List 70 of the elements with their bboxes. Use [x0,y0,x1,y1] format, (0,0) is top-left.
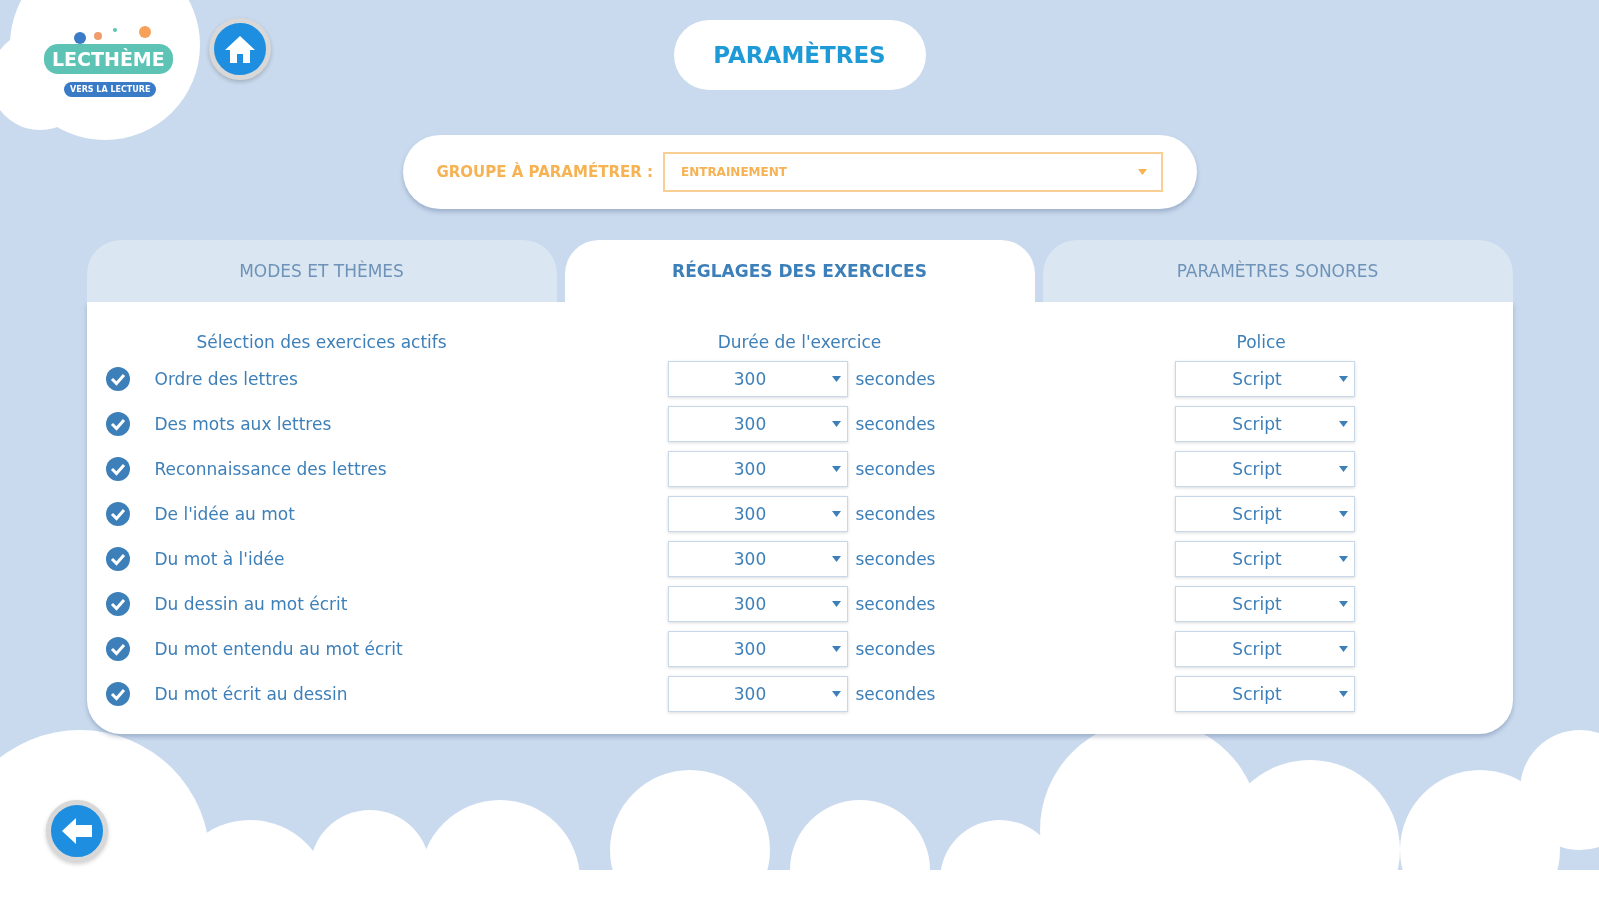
exercise-name: Reconnaissance des lettres [154,459,387,479]
font-dropdown[interactable]: Script [1174,451,1355,487]
duration-dropdown[interactable]: 300 [667,406,848,442]
caret-icon [831,556,841,562]
checkbox[interactable] [104,546,131,572]
caret-icon [831,466,841,472]
logo-title: LECTHÈME [44,44,173,74]
font-dropdown[interactable]: Script [1174,631,1355,667]
settings-tab[interactable]: RÉGLAGES DES EXERCICES [564,240,1035,302]
caret-icon [831,601,841,607]
duration-dropdown[interactable]: 300 [667,496,848,532]
unit-label: secondes [855,639,936,659]
font-dropdown[interactable]: Script [1174,406,1355,442]
font-dropdown[interactable]: Script [1174,541,1355,577]
column-header: Durée de l'exercice [716,332,883,352]
caret-icon [1338,376,1348,382]
caret-icon [1338,601,1348,607]
checkbox[interactable] [104,681,131,707]
unit-label: secondes [855,369,936,389]
back-arrow-icon [60,816,94,846]
duration-dropdown[interactable]: 300 [667,451,848,487]
exercise-name: Du dessin au mot écrit [154,594,348,614]
font-dropdown[interactable]: Script [1174,361,1355,397]
exercise-name: Ordre des lettres [154,369,298,389]
caret-icon [1338,466,1348,472]
group-label: GROUPE À PARAMÉTRER : [436,163,653,181]
checkbox[interactable] [104,636,131,662]
page-title: PARAMÈTRES [673,20,926,90]
exercise-name: Des mots aux lettres [154,414,332,434]
exercise-name: Du mot à l'idée [154,549,285,569]
caret-icon [1338,421,1348,427]
caret-icon [831,511,841,517]
checkbox[interactable] [104,591,131,617]
settings-tab[interactable]: MODES ET THÈMES [86,240,557,302]
duration-dropdown[interactable]: 300 [667,676,848,712]
caret-icon [1338,511,1348,517]
font-dropdown[interactable]: Script [1174,496,1355,532]
unit-label: secondes [855,504,936,524]
unit-label: secondes [855,684,936,704]
caret-icon [1338,691,1348,697]
unit-label: secondes [855,459,936,479]
duration-dropdown[interactable]: 300 [667,361,848,397]
checkbox[interactable] [104,456,131,482]
settings-tab[interactable]: PARAMÈTRES SONORES [1042,240,1513,302]
exercise-name: Du mot écrit au dessin [154,684,348,704]
checkbox[interactable] [104,366,131,392]
font-dropdown[interactable]: Script [1174,676,1355,712]
column-header: Sélection des exercices actifs [195,332,448,352]
unit-label: secondes [855,414,936,434]
exercise-name: De l'idée au mot [154,504,295,524]
unit-label: secondes [855,594,936,614]
duration-dropdown[interactable]: 300 [667,631,848,667]
column-header: Police [1235,332,1287,352]
caret-icon [1338,556,1348,562]
caret-icon [831,646,841,652]
caret-icon [831,376,841,382]
exercise-name: Du mot entendu au mot écrit [154,639,403,659]
checkbox[interactable] [104,411,131,437]
home-button[interactable] [209,18,271,80]
duration-dropdown[interactable]: 300 [667,541,848,577]
unit-label: secondes [855,549,936,569]
caret-icon [1137,169,1147,175]
caret-icon [831,691,841,697]
logo-subtitle: VERS LA LECTURE [64,82,157,97]
caret-icon [831,421,841,427]
caret-icon [1338,646,1348,652]
checkbox[interactable] [104,501,131,527]
home-icon [224,34,256,64]
duration-dropdown[interactable]: 300 [667,586,848,622]
font-dropdown[interactable]: Script [1174,586,1355,622]
